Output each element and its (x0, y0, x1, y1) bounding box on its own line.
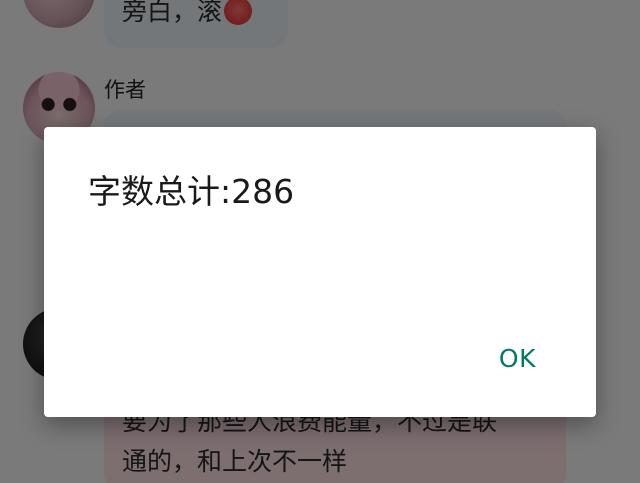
dialog-title: 字数总计:286 (88, 172, 295, 211)
ok-button[interactable]: OK (499, 338, 536, 379)
word-count-dialog: 字数总计:286 OK (44, 127, 596, 417)
